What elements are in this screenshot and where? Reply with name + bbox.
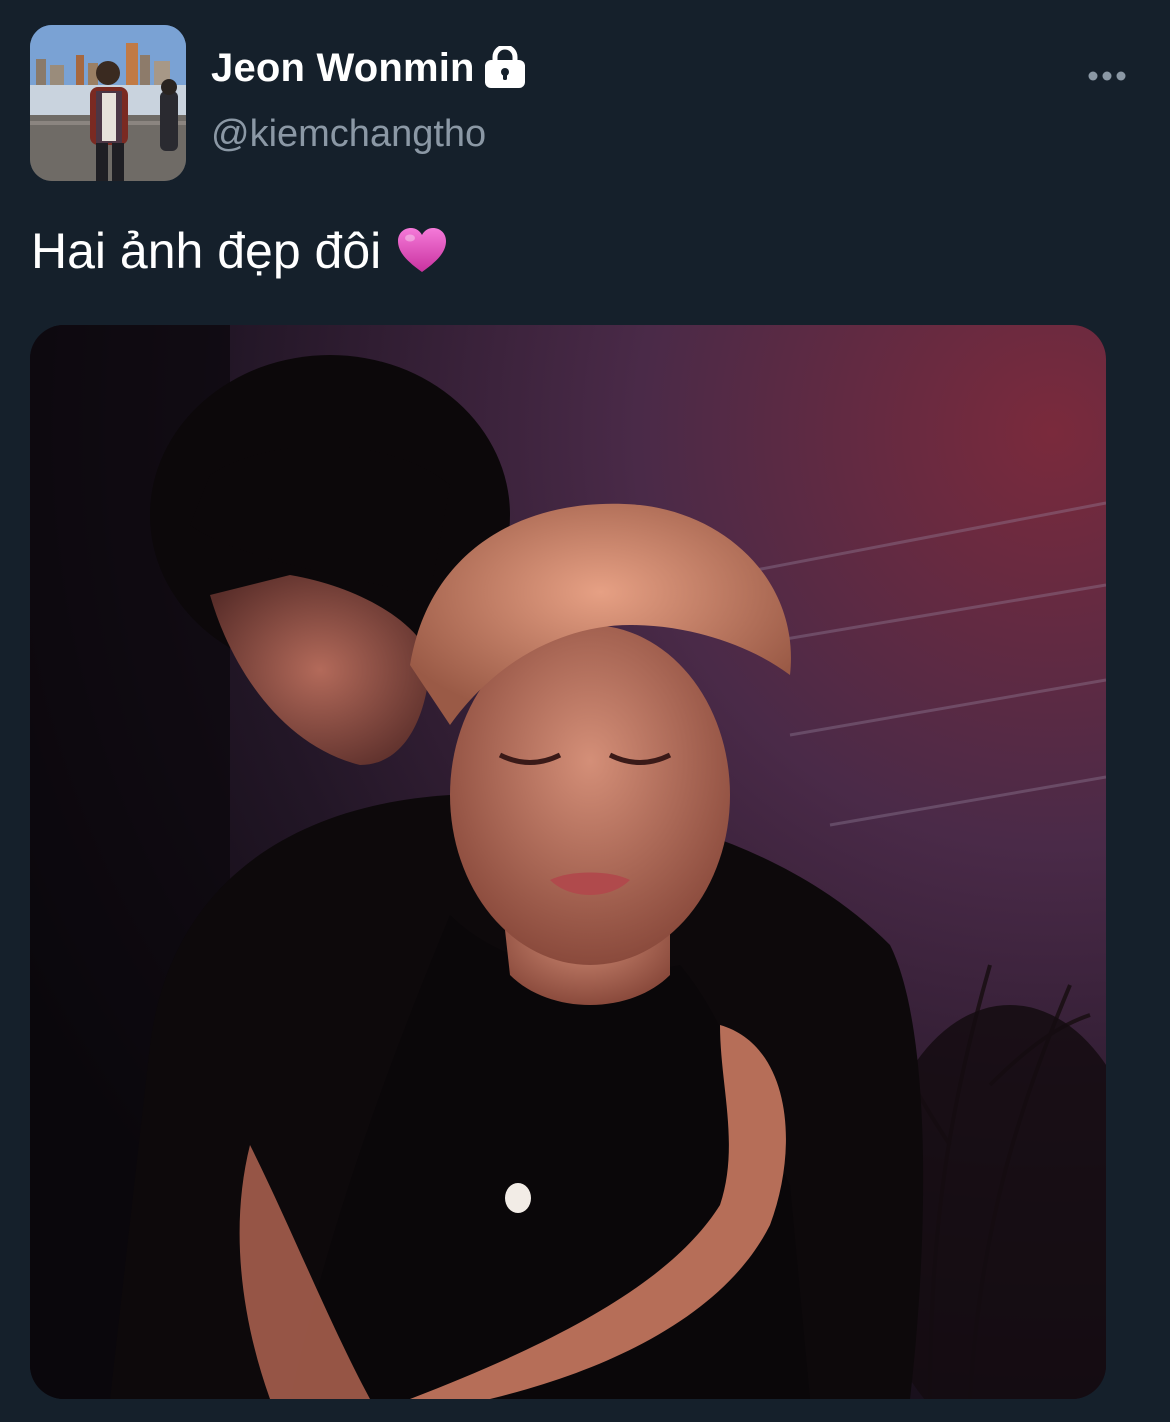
author-display-name[interactable]: Jeon Wonmin xyxy=(211,40,475,96)
lock-icon xyxy=(483,44,527,90)
author-handle[interactable]: @kiemchangtho xyxy=(211,108,486,160)
tweet-photo[interactable] xyxy=(30,325,1106,1399)
tweet-text-content: Hai ảnh đẹp đôi xyxy=(31,223,382,279)
tweet: Jeon Wonmin @kiemchangtho Hai ảnh đẹp đô… xyxy=(0,0,1170,1422)
author-name-row[interactable]: Jeon Wonmin xyxy=(211,40,527,96)
pink-heart-icon xyxy=(395,224,449,278)
more-options-button[interactable] xyxy=(1080,58,1134,94)
author-avatar[interactable] xyxy=(30,25,186,181)
tweet-text: Hai ảnh đẹp đôi xyxy=(31,220,449,282)
avatar-photo xyxy=(30,25,186,181)
photo-image xyxy=(30,325,1106,1399)
more-dots-icon xyxy=(1088,71,1126,81)
